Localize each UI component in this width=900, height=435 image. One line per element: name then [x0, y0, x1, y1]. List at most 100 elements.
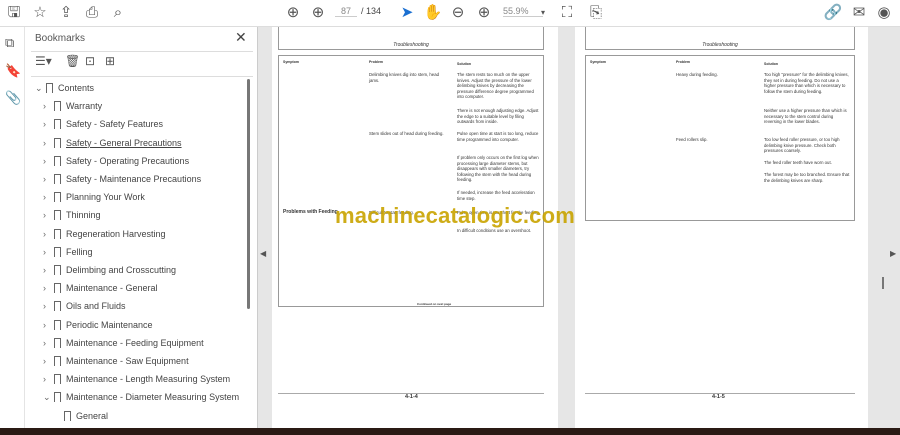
- solution-cell: Too high "pressure" for the delimbing kn…: [764, 72, 849, 94]
- chevron-right-icon[interactable]: ›: [43, 116, 53, 132]
- bookmark-icon: [54, 392, 61, 403]
- previous-page-icon[interactable]: ⊕: [283, 4, 303, 22]
- column-header: Solution: [457, 62, 471, 66]
- delete-icon[interactable]: 🗑: [65, 54, 80, 68]
- left-rail: ⧉ 🔖 📎: [0, 27, 25, 428]
- chevron-right-icon[interactable]: ›: [43, 135, 53, 151]
- previous-page-arrow-icon[interactable]: ◀: [260, 249, 266, 258]
- bookmark-icon: [46, 83, 53, 93]
- bookmark-label: Safety - Safety Features: [66, 119, 164, 130]
- chevron-right-icon[interactable]: ›: [43, 353, 53, 369]
- email-icon[interactable]: ✉: [849, 4, 869, 22]
- bookmark-label: Safety - Operating Precautions: [66, 155, 190, 166]
- bookmark-icon: [54, 155, 61, 166]
- select-cursor-icon[interactable]: ➤: [397, 4, 417, 22]
- solution-cell: If problem only occurs on the first log …: [457, 155, 539, 182]
- new-bookmark-icon[interactable]: ⊡: [85, 54, 95, 68]
- chevron-right-icon[interactable]: ›: [43, 189, 53, 205]
- divider: [31, 51, 253, 52]
- bookmark-from-selection-icon[interactable]: ⊞: [105, 54, 115, 68]
- solution-cell: Pulse open time at start is too long, re…: [457, 131, 539, 142]
- bookmark-label: Oils and Fluids: [66, 301, 126, 312]
- bookmark-icon: [54, 319, 61, 330]
- solution-cell: Too low feed roller pressure, or too hig…: [764, 137, 840, 153]
- column-header: Symptom: [590, 60, 606, 64]
- chevron-right-icon[interactable]: ›: [43, 153, 53, 169]
- bookmark-icon: [54, 119, 61, 130]
- problem-cell: Feed rollers slip.: [676, 137, 708, 142]
- chevron-right-icon[interactable]: ›: [43, 171, 53, 187]
- chevron-down-icon[interactable]: ▾: [533, 4, 553, 22]
- problem-cell: Delimbing knives dig into stem, head jam…: [369, 72, 439, 83]
- problem-cell: Stem slides out of head during feeding.: [369, 131, 444, 136]
- bookmark-icon: [54, 101, 61, 112]
- scrollbar[interactable]: [247, 79, 250, 309]
- bookmark-icon: [54, 374, 61, 385]
- bookmark-icon: [54, 246, 61, 257]
- star-icon[interactable]: ☆: [30, 4, 50, 22]
- bookmark-icon: [54, 301, 61, 312]
- column-header: Solution: [764, 62, 778, 66]
- bookmark-label: Maintenance - Length Measuring System: [66, 374, 231, 385]
- search-icon[interactable]: ⌕: [108, 4, 128, 22]
- troubleshooting-table: Symptom Problem Solution Delimbing knive…: [278, 55, 544, 307]
- chevron-right-icon[interactable]: ›: [43, 298, 53, 314]
- chevron-right-icon[interactable]: ›: [43, 335, 53, 351]
- zoom-out-icon[interactable]: ⊖: [448, 4, 468, 22]
- bookmark-icon: [54, 265, 61, 275]
- troubleshooting-table: Symptom Problem Solution Heavy during fe…: [585, 55, 855, 221]
- chevron-right-icon[interactable]: ›: [43, 262, 53, 278]
- account-icon[interactable]: ◉: [874, 4, 894, 22]
- chevron-down-icon[interactable]: ⌄: [43, 389, 53, 405]
- next-page-icon[interactable]: ⊕: [308, 4, 328, 22]
- bookmark-icon: [54, 210, 61, 221]
- bookmark-label: Regeneration Harvesting: [66, 228, 166, 239]
- save-icon[interactable]: 🖫: [4, 4, 24, 22]
- scroll-mode-icon[interactable]: ⎘: [586, 4, 606, 22]
- column-header: Problem: [676, 60, 691, 64]
- symptom-cell: Problems with Feeding: [283, 209, 338, 215]
- chevron-down-icon[interactable]: ⌄: [35, 80, 45, 96]
- column-header: Problem: [369, 60, 384, 64]
- scrollbar[interactable]: [882, 277, 884, 289]
- chevron-right-icon[interactable]: ›: [43, 207, 53, 223]
- column-header: Symptom: [283, 60, 299, 64]
- close-icon[interactable]: ✕: [235, 29, 247, 46]
- page-number-input[interactable]: 87: [335, 6, 357, 17]
- attachment-icon[interactable]: 📎: [5, 90, 21, 106]
- bookmark-label: Felling: [66, 246, 93, 257]
- solution-cell: Neither use a higher pressure than which…: [764, 108, 847, 124]
- chevron-right-icon[interactable]: ›: [43, 280, 53, 296]
- bookmark-icon: [54, 192, 61, 203]
- solution-cell: There is not enough adjusting edge. Adju…: [457, 108, 539, 124]
- chevron-right-icon[interactable]: ›: [43, 98, 53, 114]
- solution-cell: The forest may be too branched. Ensure t…: [764, 172, 850, 183]
- bookmark-label: Maintenance - Diameter Measuring System: [66, 392, 240, 403]
- bookmark-icon: [54, 228, 61, 239]
- bookmark-label: Maintenance - Saw Equipment: [66, 356, 189, 366]
- bookmark-label: Contents: [58, 83, 95, 93]
- chevron-right-icon[interactable]: ›: [43, 244, 53, 260]
- upload-icon[interactable]: ⇪: [56, 4, 76, 22]
- taskbar-strip: [0, 428, 900, 435]
- next-page-arrow-icon[interactable]: ▶: [890, 249, 896, 258]
- chevron-right-icon[interactable]: ›: [43, 371, 53, 387]
- page-header: Troubleshooting: [585, 27, 855, 50]
- hand-tool-icon[interactable]: ✋: [423, 4, 443, 22]
- bookmark-label: Safety - Maintenance Precautions: [66, 174, 202, 184]
- bookmark-icon: [64, 410, 71, 421]
- options-menu-icon[interactable]: ☰▾: [35, 54, 52, 68]
- page-number: 4-1-5: [712, 394, 725, 400]
- print-icon[interactable]: ⎙: [82, 4, 102, 22]
- continued-note: Continued on next page: [417, 302, 452, 306]
- chevron-right-icon[interactable]: ›: [43, 317, 53, 333]
- page-fit-icon[interactable]: ⛶: [557, 4, 577, 22]
- share-link-icon[interactable]: 🔗: [823, 4, 843, 22]
- bookmark-icon[interactable]: 🔖: [5, 63, 21, 79]
- zoom-in-icon[interactable]: ⊕: [474, 4, 494, 22]
- bookmark-label: Delimbing and Crosscutting: [66, 265, 177, 275]
- bookmark-label: Maintenance - General: [66, 283, 158, 294]
- chevron-right-icon[interactable]: ›: [43, 226, 53, 242]
- pages-icon[interactable]: ⧉: [5, 35, 14, 51]
- watermark: machinecatalogic.com: [335, 203, 575, 228]
